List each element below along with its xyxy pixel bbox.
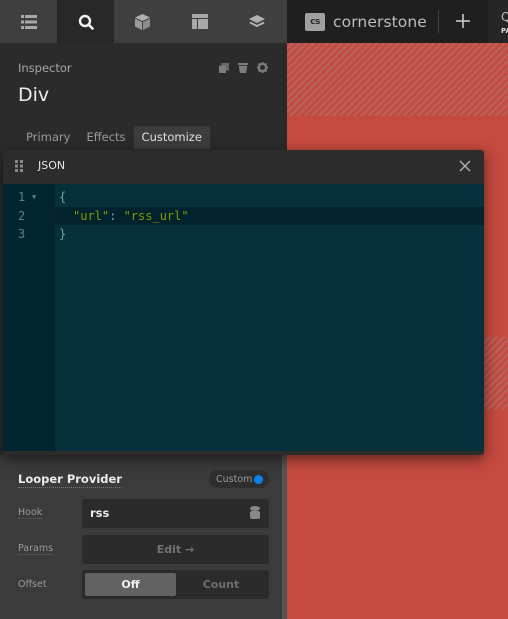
custom-label: Custom [216, 473, 253, 485]
code-editor[interactable]: 1 ▼ { 2 "url": "rss_url" 3 } [3, 184, 484, 451]
drag-handle-icon[interactable] [15, 160, 24, 172]
cornerstone-logo[interactable]: cs cornerstone [305, 12, 427, 31]
json-modal: JSON 1 ▼ { 2 "url": "rss_url" 3 } [3, 150, 484, 455]
code-line[interactable]: 2 "url": "rss_url" [3, 207, 484, 225]
tab-effects[interactable]: Effects [78, 126, 133, 149]
code-line[interactable]: 1 ▼ { [3, 188, 484, 206]
cube-icon [135, 13, 150, 30]
code-line[interactable]: 3 } [3, 225, 484, 243]
code-text: { [59, 190, 67, 204]
add-button[interactable] [452, 10, 474, 32]
offset-off-option[interactable]: Off [85, 573, 176, 596]
tab-customize[interactable]: Customize [133, 126, 210, 149]
search-button[interactable] [57, 0, 114, 43]
json-key: "url" [73, 209, 110, 223]
stack-button[interactable] [228, 0, 285, 43]
gear-icon[interactable] [257, 62, 268, 73]
json-separator: : [109, 209, 124, 223]
tab-primary[interactable]: Primary [18, 126, 78, 149]
database-icon[interactable] [250, 506, 260, 519]
hook-label: Hook [18, 507, 43, 519]
brand-area: cs cornerstone [287, 0, 508, 43]
topbar-divider [438, 10, 439, 33]
code-text: } [59, 227, 67, 241]
elements-button[interactable] [114, 0, 171, 43]
line-number: 1 [18, 190, 26, 204]
status-dot-icon [254, 475, 263, 484]
offset-label: Offset [18, 579, 47, 590]
app-root: cs cornerstone Q PA Inspector [0, 0, 508, 619]
element-title: Div [18, 84, 50, 106]
delete-icon[interactable] [238, 62, 248, 73]
search-icon [78, 14, 94, 30]
plus-icon [456, 14, 470, 28]
line-number: 2 [3, 207, 55, 225]
modal-header[interactable]: JSON [3, 150, 484, 184]
logo-text: cornerstone [333, 12, 427, 31]
templates-button[interactable] [171, 0, 228, 43]
list-icon [20, 14, 37, 29]
close-icon[interactable] [458, 159, 472, 173]
fold-arrow-icon[interactable]: ▼ [32, 188, 36, 206]
preview-title: Q [501, 10, 508, 24]
copy-icon[interactable] [219, 62, 229, 73]
params-label: Params [18, 543, 54, 555]
tool-bar [0, 0, 287, 43]
json-value: "rss_url" [123, 209, 189, 223]
inspector-actions [219, 62, 268, 73]
preview-panel[interactable]: Q PA [488, 0, 508, 43]
canvas-hatched-region[interactable] [484, 337, 508, 410]
edit-label: Edit → [156, 543, 195, 556]
custom-toggle[interactable]: Custom [209, 470, 269, 488]
hook-input[interactable]: rss [82, 499, 269, 528]
params-edit-button[interactable]: Edit → [82, 535, 269, 564]
preview-subtitle: PA [501, 27, 508, 35]
code-text: "url": "rss_url" [59, 207, 189, 225]
logo-mark: cs [305, 12, 325, 31]
looper-provider-title: Looper Provider [18, 472, 122, 488]
layers-button[interactable] [0, 0, 57, 43]
stack-icon [248, 14, 265, 27]
layout-icon [191, 14, 208, 29]
inspector-label: Inspector [18, 61, 72, 75]
canvas-hatched-region[interactable] [287, 43, 508, 116]
line-number: 3 [18, 227, 26, 241]
inspector-tabs: Primary Effects Customize [18, 126, 210, 149]
modal-title: JSON [38, 159, 66, 172]
offset-count-option[interactable]: Count [176, 573, 266, 596]
hook-value: rss [90, 506, 110, 520]
scrollbar[interactable] [282, 455, 287, 619]
offset-segmented-control: Off Count [82, 570, 269, 599]
